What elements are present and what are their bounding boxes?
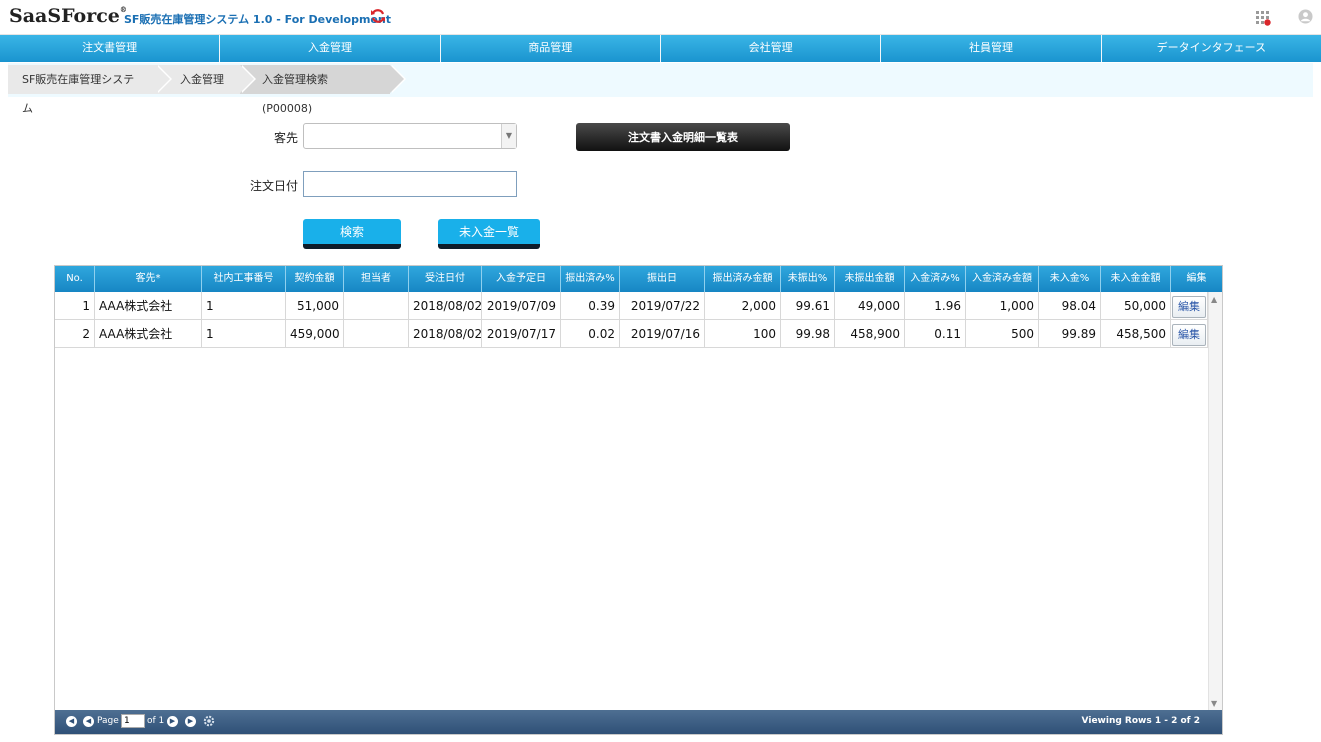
cell-paid-pct: 1.96	[905, 292, 966, 320]
cell-issued-amount: 100	[705, 320, 781, 348]
col-issued-pct[interactable]: 振出済み%	[561, 266, 620, 292]
edit-button[interactable]: 編集	[1172, 324, 1206, 346]
breadcrumb: SF販売在庫管理システム 入金管理 入金管理検索(P00008)	[8, 63, 1313, 115]
nav-product-management[interactable]: 商品管理	[441, 35, 661, 62]
cell-internal-no: 1	[202, 292, 286, 320]
cell-unpaid-pct: 98.04	[1039, 292, 1101, 320]
cell-contract-amount: 459,000	[286, 320, 344, 348]
grid-body: 1 AAA株式会社 1 51,000 2018/08/02 2019/07/09…	[55, 292, 1208, 711]
edit-button[interactable]: 編集	[1172, 296, 1206, 318]
cell-unpaid-pct: 99.89	[1039, 320, 1101, 348]
order-date-field[interactable]	[303, 171, 517, 197]
col-unissued-amount[interactable]: 未振出金額	[835, 266, 905, 292]
grid-pager: ◀ ◀ Page of 1 ▶ ▶ Viewing Rows 1 - 2 of …	[55, 710, 1222, 734]
col-payment-due[interactable]: 入金予定日	[482, 266, 561, 292]
customer-label: 客先	[273, 131, 298, 145]
dropdown-arrow-icon[interactable]: ▼	[501, 124, 516, 148]
cell-issued-pct: 0.02	[561, 320, 620, 348]
cell-payment-due: 2019/07/09	[482, 292, 561, 320]
col-customer[interactable]: 客先*	[95, 266, 202, 292]
table-row[interactable]: 2 AAA株式会社 1 459,000 2018/08/02 2019/07/1…	[55, 320, 1208, 348]
nav-employee-management[interactable]: 社員管理	[881, 35, 1102, 62]
col-internal-no[interactable]: 社内工事番号	[202, 266, 286, 292]
cell-unissued-amount: 458,900	[835, 320, 905, 348]
apps-grid-icon[interactable]	[1255, 10, 1271, 26]
col-order-date[interactable]: 受注日付	[409, 266, 482, 292]
last-page-icon[interactable]: ▶	[185, 716, 196, 727]
app-title: SF販売在庫管理システム 1.0 - For Development	[124, 13, 391, 26]
cell-no: 2	[55, 320, 95, 348]
page-number-input[interactable]	[121, 714, 145, 728]
cell-person	[344, 292, 409, 320]
cell-edit: 編集	[1171, 292, 1208, 320]
breadcrumb-home[interactable]: SF販売在庫管理システム	[8, 65, 172, 115]
refresh-icon[interactable]	[370, 8, 386, 24]
cell-issue-date: 2019/07/22	[620, 292, 705, 320]
col-edit: 編集	[1186, 273, 1207, 284]
cell-unissued-pct: 99.61	[781, 292, 835, 320]
nav-company-management[interactable]: 会社管理	[661, 35, 882, 62]
unpaid-list-button[interactable]: 未入金一覧	[438, 219, 540, 249]
search-button[interactable]: 検索	[303, 219, 401, 249]
user-icon[interactable]	[1298, 9, 1313, 24]
top-header: SaaSForce® SF販売在庫管理システム 1.0 - For Develo…	[0, 0, 1321, 35]
cell-unpaid-amount: 458,500	[1101, 320, 1171, 348]
cell-customer: AAA株式会社	[95, 320, 202, 348]
vertical-scrollbar[interactable]: ▲ ▼	[1208, 292, 1222, 711]
cell-issue-date: 2019/07/16	[620, 320, 705, 348]
col-unpaid-pct[interactable]: 未入金%	[1039, 266, 1101, 292]
cell-unissued-amount: 49,000	[835, 292, 905, 320]
nav-data-interface[interactable]: データインタフェース	[1102, 35, 1321, 62]
cell-contract-amount: 51,000	[286, 292, 344, 320]
cell-paid-amount: 1,000	[966, 292, 1039, 320]
logo[interactable]: SaaSForce®	[9, 5, 127, 27]
cell-unpaid-amount: 50,000	[1101, 292, 1171, 320]
cell-person	[344, 320, 409, 348]
col-issued-amount[interactable]: 振出済み金額	[705, 266, 781, 292]
cell-internal-no: 1	[202, 320, 286, 348]
payment-grid: No. 客先* 社内工事番号 契約金額 担当者 受注日付 入金予定日 振出済み%…	[54, 265, 1223, 735]
order-payment-detail-button[interactable]: 注文書入金明細一覧表	[576, 123, 790, 151]
cell-order-date: 2018/08/02	[409, 292, 482, 320]
nav-order-management[interactable]: 注文書管理	[0, 35, 221, 62]
gear-icon[interactable]	[202, 714, 216, 728]
breadcrumb-current: 入金管理検索(P00008)	[240, 65, 406, 115]
customer-select[interactable]: ▼	[303, 123, 517, 149]
col-contract-amount[interactable]: 契約金額	[286, 266, 344, 292]
col-unissued-pct[interactable]: 未振出%	[781, 266, 835, 292]
page-label: Page	[97, 716, 119, 726]
viewing-rows-label: Viewing Rows 1 - 2 of 2	[1081, 716, 1200, 726]
cell-payment-due: 2019/07/17	[482, 320, 561, 348]
cell-edit: 編集	[1171, 320, 1208, 348]
cell-issued-pct: 0.39	[561, 292, 620, 320]
cell-paid-pct: 0.11	[905, 320, 966, 348]
main-nav: 注文書管理 入金管理 商品管理 会社管理 社員管理 データインタフェース	[0, 35, 1321, 62]
first-page-icon[interactable]: ◀	[66, 716, 77, 727]
prev-page-icon[interactable]: ◀	[83, 716, 94, 727]
order-date-label: 注文日付	[249, 179, 298, 193]
col-unpaid-amount[interactable]: 未入金金額	[1101, 266, 1171, 292]
col-issue-date[interactable]: 振出日	[620, 266, 705, 292]
nav-payment-management[interactable]: 入金管理	[220, 35, 441, 62]
col-no[interactable]: No.	[55, 266, 95, 292]
cell-unissued-pct: 99.98	[781, 320, 835, 348]
col-paid-pct[interactable]: 入金済み%	[905, 266, 966, 292]
col-person[interactable]: 担当者	[344, 266, 409, 292]
cell-order-date: 2018/08/02	[409, 320, 482, 348]
cell-issued-amount: 2,000	[705, 292, 781, 320]
scroll-up-icon[interactable]: ▲	[1211, 295, 1217, 304]
scroll-down-icon[interactable]: ▼	[1211, 699, 1217, 708]
cell-paid-amount: 500	[966, 320, 1039, 348]
cell-customer: AAA株式会社	[95, 292, 202, 320]
grid-header: No. 客先* 社内工事番号 契約金額 担当者 受注日付 入金予定日 振出済み%…	[55, 266, 1222, 292]
table-row[interactable]: 1 AAA株式会社 1 51,000 2018/08/02 2019/07/09…	[55, 292, 1208, 320]
next-page-icon[interactable]: ▶	[167, 716, 178, 727]
col-paid-amount[interactable]: 入金済み金額	[966, 266, 1039, 292]
page-of-label: of 1	[147, 716, 165, 726]
cell-no: 1	[55, 292, 95, 320]
